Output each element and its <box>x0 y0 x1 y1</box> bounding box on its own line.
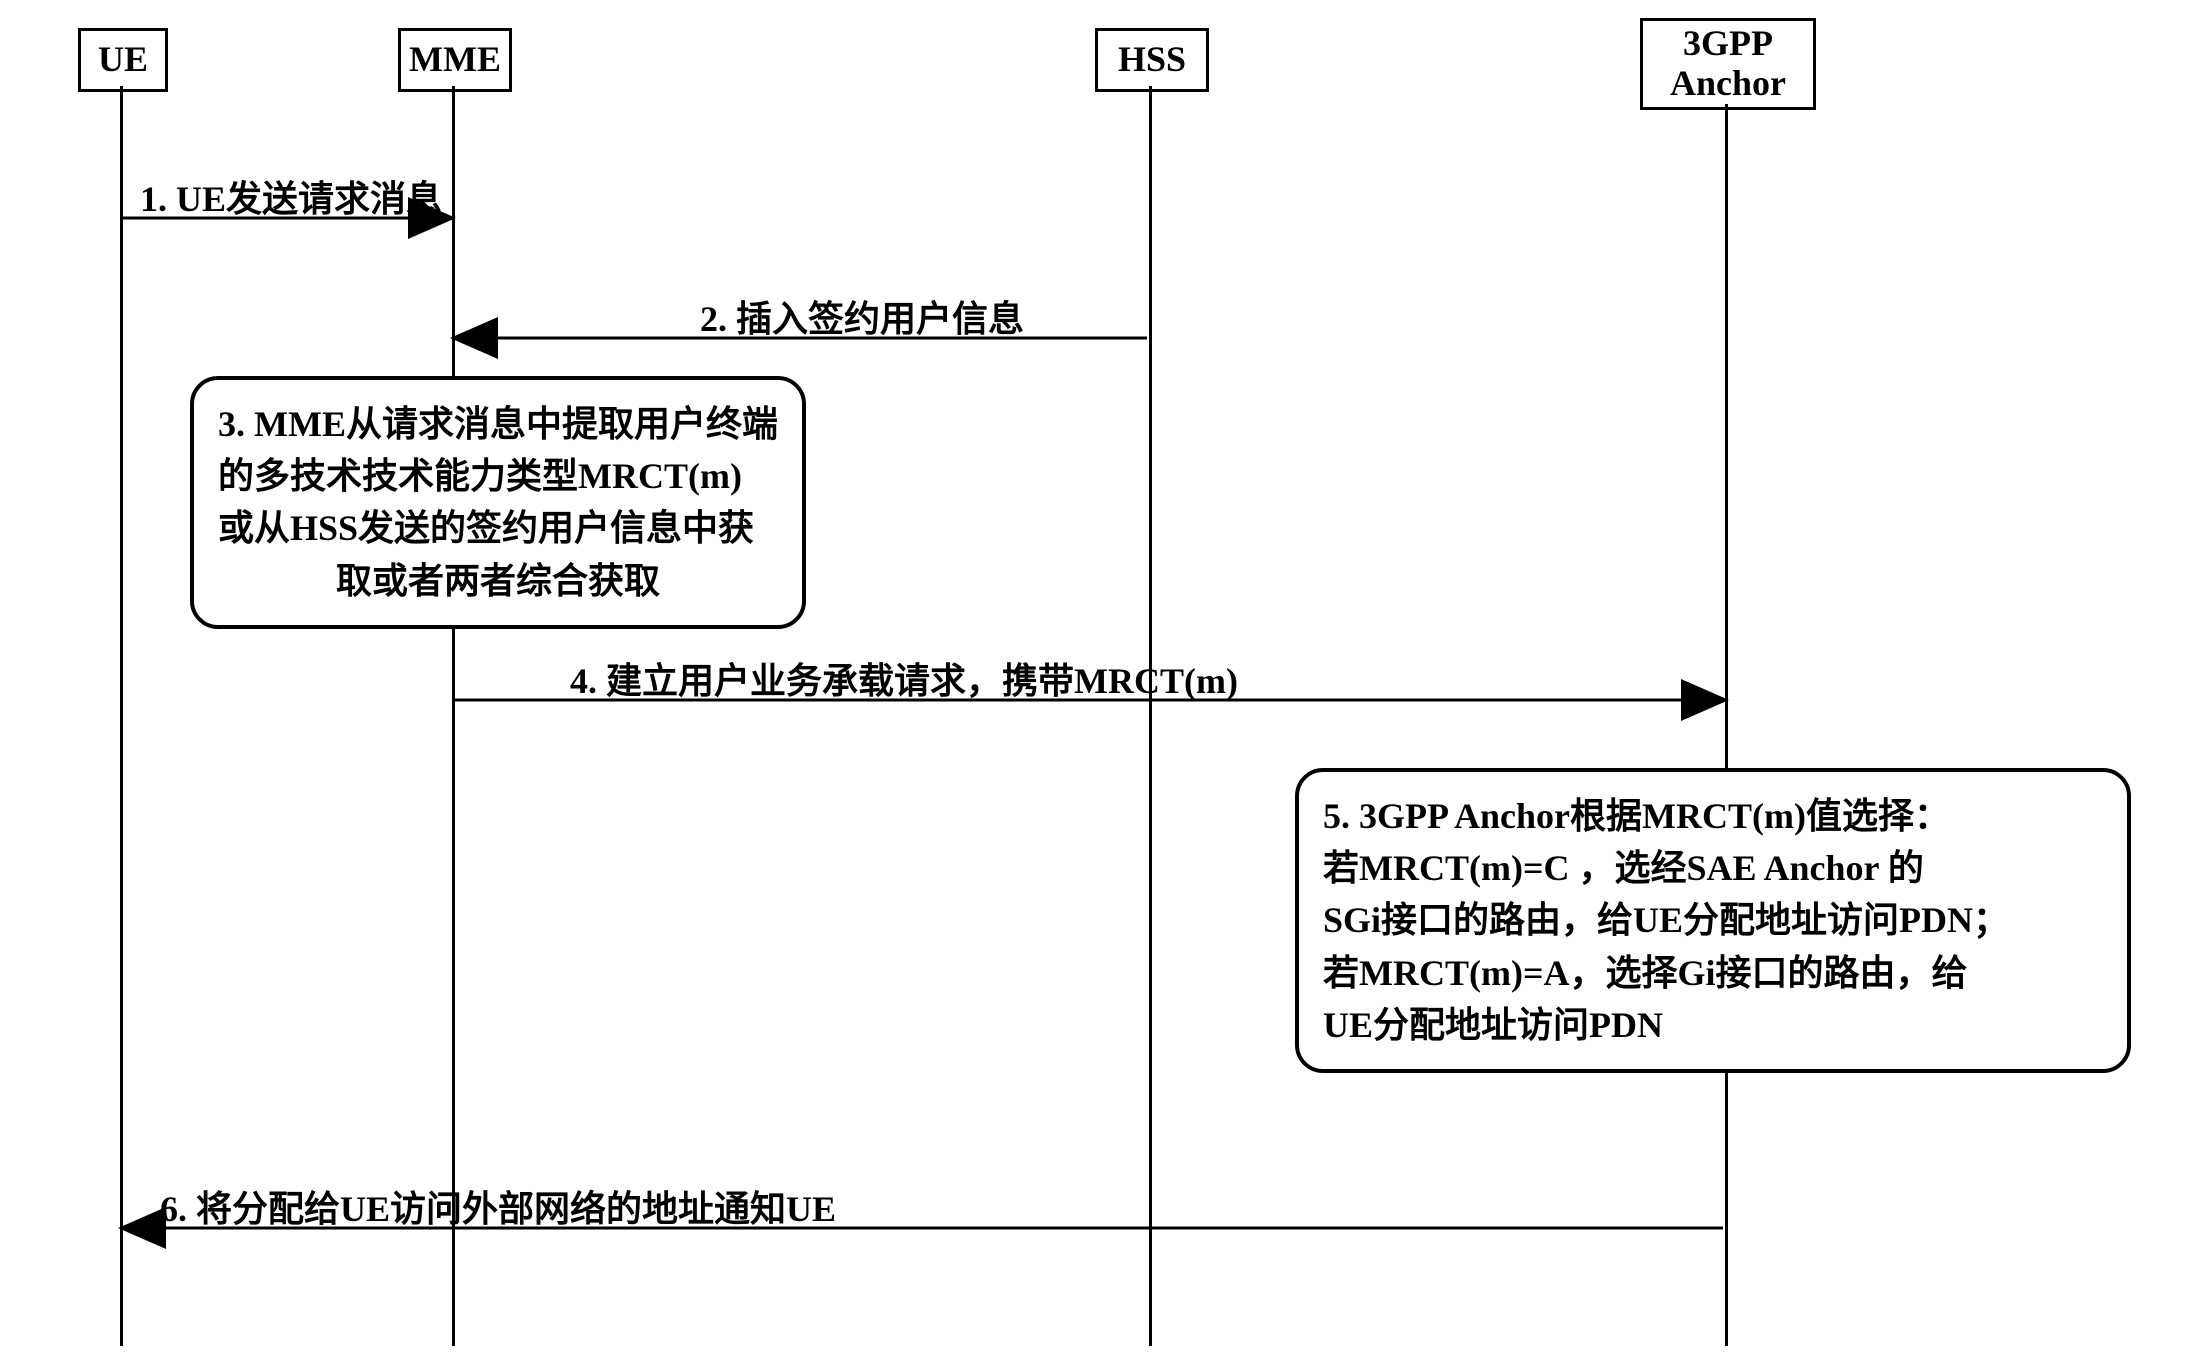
actor-hss-label: HSS <box>1118 40 1186 80</box>
note3-line3: 或从HSS发送的签约用户信息中获 <box>218 502 778 554</box>
note5-line3: SGi接口的路由，给UE分配地址访问PDN； <box>1323 894 2103 946</box>
lifeline-mme <box>452 86 455 1346</box>
actor-3gpp-anchor-overlay: 3GPP Anchor <box>1640 18 1816 110</box>
note3-line4: 取或者两者综合获取 <box>218 555 778 607</box>
note-step-3: 3. MME从请求消息中提取用户终端 的多技术技术能力类型MRCT(m) 或从H… <box>190 376 806 629</box>
note-step-5: 5. 3GPP Anchor根据MRCT(m)值选择： 若MRCT(m)=C ，… <box>1295 768 2131 1073</box>
note3-line2: 的多技术技术能力类型MRCT(m) <box>218 450 778 502</box>
note5-line5: UE分配地址访问PDN <box>1323 999 2103 1051</box>
lifeline-hss <box>1149 86 1152 1346</box>
actor-ue: UE <box>78 28 168 92</box>
actor-mme-label: MME <box>409 40 501 80</box>
label-m6: 6. 将分配给UE访问外部网络的地址通知UE <box>160 1180 836 1232</box>
note5-line1: 5. 3GPP Anchor根据MRCT(m)值选择： <box>1323 790 2103 842</box>
note3-line1: 3. MME从请求消息中提取用户终端 <box>218 398 778 450</box>
label-m4: 4. 建立用户业务承载请求，携带MRCT(m) <box>570 652 1238 704</box>
sequence-diagram: UE MME HSS 3GPP Anchor 3GPP Anchor <box>0 0 2191 1357</box>
actor-anchor-line2: Anchor <box>1670 64 1786 104</box>
actor-mme: MME <box>398 28 512 92</box>
label-m2: 2. 插入签约用户信息 <box>700 290 1024 342</box>
lifeline-anchor <box>1725 104 1728 1346</box>
lifeline-ue <box>120 86 123 1346</box>
label-m1: 1. UE发送请求消息 <box>140 170 442 222</box>
actor-hss: HSS <box>1095 28 1209 92</box>
note5-line2: 若MRCT(m)=C ，选经SAE Anchor 的 <box>1323 842 2103 894</box>
actor-anchor-line1: 3GPP <box>1683 24 1773 64</box>
actor-ue-label: UE <box>98 40 148 80</box>
note5-line4: 若MRCT(m)=A，选择Gi接口的路由，给 <box>1323 947 2103 999</box>
